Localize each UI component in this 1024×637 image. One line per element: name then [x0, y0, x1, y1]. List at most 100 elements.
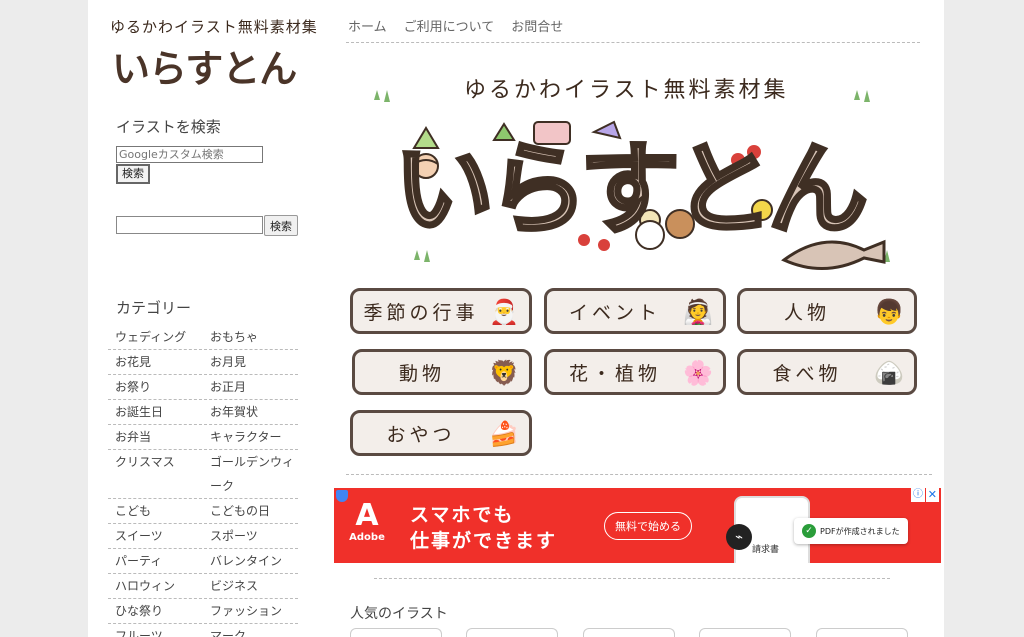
- hero-banner: ゆるかわイラスト無料素材集 いらすとん: [354, 60, 914, 280]
- ad-doc-label: 請求書: [752, 545, 780, 555]
- category-link[interactable]: お誕生日: [108, 400, 204, 424]
- category-link[interactable]: ハロウィン: [108, 574, 204, 598]
- ad-line-2: 仕事ができます: [410, 530, 558, 552]
- category-button-label: おやつ: [386, 423, 456, 446]
- hero-title: いらすとん: [392, 129, 870, 250]
- category-link[interactable]: クリスマス: [108, 450, 204, 498]
- category-button-animals[interactable]: 動物 🦁: [352, 349, 532, 395]
- site-logo[interactable]: ゆるかわイラスト無料素材集 いらすとん: [110, 16, 317, 91]
- category-link[interactable]: ウェディング: [108, 325, 204, 349]
- category-link[interactable]: ファッション: [204, 599, 298, 623]
- category-button-seasonal[interactable]: 季節の行事 🎅: [350, 288, 532, 334]
- pdf-icon: ⌁: [726, 524, 752, 550]
- onigiri-icon: 🍙: [874, 359, 908, 387]
- top-nav: ホーム ご利用について お問合せ: [348, 16, 563, 35]
- category-button-label: 季節の行事: [363, 301, 479, 324]
- category-link[interactable]: フルーツ: [108, 624, 204, 637]
- ad-brand: Adobe: [349, 532, 385, 543]
- category-row: ハロウィン ビジネス: [108, 574, 298, 599]
- ad-toast: ✓ PDFが作成されました: [794, 518, 908, 544]
- category-heading: カテゴリー: [116, 299, 192, 317]
- category-link[interactable]: ビジネス: [204, 574, 298, 598]
- popular-thumbnail[interactable]: [350, 628, 442, 637]
- divider: [346, 42, 920, 43]
- category-row: フルーツ マーク: [108, 624, 298, 637]
- category-button-food[interactable]: 食べ物 🍙: [737, 349, 917, 395]
- ad-banner[interactable]: A Adobe スマホでも 仕事ができます 無料で始める 請求書 ⌁ ✓ PDF…: [334, 488, 941, 563]
- category-link[interactable]: キャラクター: [204, 425, 298, 449]
- category-link[interactable]: ゴールデンウィーク: [204, 450, 298, 498]
- category-button-event[interactable]: イベント 👰: [544, 288, 726, 334]
- category-link[interactable]: ひな祭り: [108, 599, 204, 623]
- site-search-input[interactable]: [116, 216, 263, 234]
- category-list: ウェディング おもちゃ お花見 お月見 お祭り お正月 お誕生日 お年賀状 お弁…: [108, 325, 298, 637]
- check-icon: ✓: [802, 524, 816, 538]
- ad-close-icon[interactable]: ✕: [925, 488, 939, 502]
- popular-thumbnail[interactable]: [699, 628, 791, 637]
- category-button-plants[interactable]: 花・植物 🌸: [544, 349, 726, 395]
- wedding-couple-icon: 👰: [683, 298, 717, 326]
- category-link[interactable]: スイーツ: [108, 524, 204, 548]
- adobe-mark-icon: A: [355, 498, 379, 533]
- gcse-search-input[interactable]: [116, 146, 263, 163]
- gcse-search-button[interactable]: 検索: [116, 164, 150, 184]
- category-button-people[interactable]: 人物 👦: [737, 288, 917, 334]
- category-row: スイーツ スポーツ: [108, 524, 298, 549]
- category-row: クリスマス ゴールデンウィーク: [108, 450, 298, 499]
- category-row: お誕生日 お年賀状: [108, 400, 298, 425]
- category-button-label: 花・植物: [568, 362, 661, 385]
- category-row: ひな祭り ファッション: [108, 599, 298, 624]
- divider: [374, 578, 890, 579]
- category-button-label: 人物: [783, 301, 830, 324]
- popular-heading: 人気のイラスト: [350, 606, 448, 622]
- ad-line-1: スマホでも: [410, 504, 515, 526]
- category-link[interactable]: お弁当: [108, 425, 204, 449]
- category-button-label: 食べ物: [772, 362, 842, 385]
- category-link[interactable]: こどもの日: [204, 499, 298, 523]
- ad-cta-button[interactable]: 無料で始める: [604, 512, 692, 540]
- santa-icon: 🎅: [489, 298, 523, 326]
- category-link[interactable]: お祭り: [108, 375, 204, 399]
- popular-thumbnail[interactable]: [583, 628, 675, 637]
- flower-icon: 🌸: [683, 359, 717, 387]
- category-link[interactable]: パーティ: [108, 549, 204, 573]
- category-link[interactable]: お年賀状: [204, 400, 298, 424]
- search-heading: イラストを検索: [116, 118, 221, 136]
- cake-icon: 🍰: [489, 420, 523, 448]
- category-link[interactable]: こども: [108, 499, 204, 523]
- nav-home[interactable]: ホーム: [348, 16, 387, 35]
- sidebar: ゆるかわイラスト無料素材集 いらすとん イラストを検索 検索 検索 カテゴリー …: [88, 0, 318, 637]
- logo-tagline: ゆるかわイラスト無料素材集: [110, 18, 318, 36]
- ad-toast-text: PDFが作成されました: [820, 526, 900, 536]
- nav-about[interactable]: ご利用について: [404, 16, 495, 35]
- ad-shield-icon: [336, 490, 348, 502]
- category-button-label: イベント: [568, 301, 661, 324]
- divider: [346, 474, 932, 475]
- category-row: パーティ バレンタイン: [108, 549, 298, 574]
- category-link[interactable]: バレンタイン: [204, 549, 298, 573]
- logo-text: いらすとん: [112, 47, 297, 91]
- category-row: こども こどもの日: [108, 499, 298, 524]
- nav-contact[interactable]: お問合せ: [511, 16, 563, 35]
- category-row: お祭り お正月: [108, 375, 298, 400]
- adobe-logo: A Adobe: [348, 500, 386, 552]
- lion-icon: 🦁: [489, 359, 523, 387]
- category-link[interactable]: スポーツ: [204, 524, 298, 548]
- ad-headline: スマホでも 仕事ができます: [410, 502, 557, 554]
- category-row: ウェディング おもちゃ: [108, 325, 298, 350]
- site-search-button[interactable]: 検索: [264, 215, 298, 236]
- category-link[interactable]: おもちゃ: [204, 325, 298, 349]
- category-link[interactable]: お花見: [108, 350, 204, 374]
- category-link[interactable]: お月見: [204, 350, 298, 374]
- hero-subtitle: ゆるかわイラスト無料素材集: [464, 78, 789, 103]
- main-content: ホーム ご利用について お問合せ ゆるかわイラスト無料素材集 いらすとん 季節の…: [334, 0, 944, 637]
- popular-thumbnail[interactable]: [816, 628, 908, 637]
- category-button-snacks[interactable]: おやつ 🍰: [350, 410, 532, 456]
- ad-info-icon[interactable]: ⓘ: [911, 488, 925, 502]
- category-row: お弁当 キャラクター: [108, 425, 298, 450]
- category-link[interactable]: お正月: [204, 375, 298, 399]
- popular-thumbnail[interactable]: [466, 628, 558, 637]
- category-link[interactable]: マーク: [204, 624, 298, 637]
- person-icon: 👦: [874, 298, 908, 326]
- category-row: お花見 お月見: [108, 350, 298, 375]
